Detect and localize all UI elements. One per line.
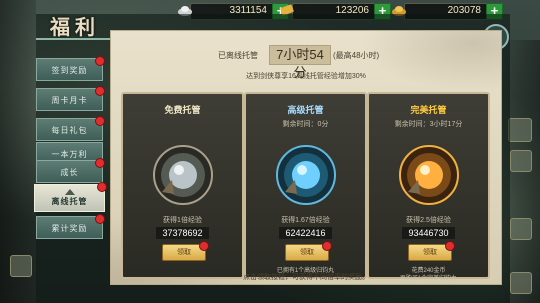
red-dot-badge xyxy=(199,241,209,251)
offline-hosting-content: 已离线托管 7小时54分 (最高48小时) 达到剑侠尊享16离线托管经验增加30… xyxy=(110,30,502,285)
hosting-orb-icon xyxy=(276,145,336,205)
tab-label: 周卡月卡 xyxy=(51,96,88,105)
exp-value: 37378692 xyxy=(123,227,242,239)
exp-multiplier: 获得2.5倍经验 xyxy=(406,217,451,224)
red-dot-badge xyxy=(97,182,107,192)
tab-week-month-card[interactable]: 周卡月卡 xyxy=(36,86,105,111)
hosting-orb-icon xyxy=(153,145,213,205)
tab-growth[interactable]: 成长 xyxy=(36,158,105,183)
welfare-tabs: 签到奖励 周卡月卡 每日礼包 一本万利 成长 离线托管 累计奖励 xyxy=(34,40,107,240)
red-dot-badge xyxy=(95,158,105,168)
red-dot-badge xyxy=(95,116,105,126)
tab-cumulative-reward[interactable]: 累计奖励 xyxy=(36,214,105,239)
side-mount-button[interactable] xyxy=(510,218,532,240)
exp-value-text: 37378692 xyxy=(156,227,209,239)
vip-bonus-note: 达到剑侠尊享16离线托管经验增加30% xyxy=(246,73,366,80)
panel-title: 福利 xyxy=(50,15,100,39)
side-skill-button[interactable] xyxy=(510,150,532,172)
menu-grid-button[interactable] xyxy=(508,118,532,142)
meditate-button[interactable] xyxy=(10,255,32,277)
card-title: 高级托管 xyxy=(287,105,324,115)
claim-button[interactable]: 领取 xyxy=(162,241,209,261)
free-hosting-card: 免费托管 获得1倍经验 37378692 领取 xyxy=(121,92,244,279)
tab-label: 每日礼包 xyxy=(51,126,88,135)
offline-time-value: 7小时54分 xyxy=(269,45,331,80)
exp-multiplier: 获得1.67倍经验 xyxy=(281,217,330,224)
claim-label: 领取 xyxy=(300,249,314,256)
claim-label: 领取 xyxy=(177,249,191,256)
claim-button[interactable]: 领取 xyxy=(285,241,332,261)
advanced-hosting-card: 高级托管 剩余时间：0分 获得1.67倍经验 62422416 领取 已拥有1个… xyxy=(244,92,367,279)
offline-label: 已离线托管 xyxy=(218,51,258,60)
tab-label: 成长 xyxy=(60,168,79,177)
remaining-time: 剩余时间：0分 xyxy=(282,121,329,128)
card-title: 免费托管 xyxy=(164,105,201,115)
exp-value-text: 93446730 xyxy=(402,227,455,239)
side-horse-button[interactable] xyxy=(510,272,532,294)
red-dot-badge xyxy=(95,214,105,224)
exp-value-text: 62422416 xyxy=(279,227,332,239)
tab-label: 累计奖励 xyxy=(51,224,88,233)
claim-label: 领取 xyxy=(423,249,437,256)
exp-value: 93446730 xyxy=(369,227,488,239)
exp-multiplier: 获得1倍经验 xyxy=(163,217,202,224)
red-dot-badge xyxy=(322,241,332,251)
tab-offline-hosting[interactable]: 离线托管 xyxy=(34,182,107,212)
exp-value: 62422416 xyxy=(246,227,365,239)
remaining-time: 剩余时间：3小时17分 xyxy=(394,121,463,128)
hosting-orb-icon xyxy=(399,145,459,205)
card-title: 完美托管 xyxy=(410,105,447,115)
tab-sign-in-reward[interactable]: 签到奖励 xyxy=(36,56,105,81)
tab-daily-gift[interactable]: 每日礼包 xyxy=(36,116,105,141)
red-dot-badge xyxy=(445,241,455,251)
tab-label: 签到奖励 xyxy=(51,66,88,75)
tab-label: 离线托管 xyxy=(51,197,88,206)
red-dot-badge xyxy=(95,86,105,96)
red-dot-badge xyxy=(95,56,105,66)
perfect-hosting-card: 完美托管 剩余时间：3小时17分 获得2.5倍经验 93446730 领取 花费… xyxy=(367,92,490,282)
claim-button[interactable]: 领取 xyxy=(408,241,455,261)
offline-max-hours: (最高48小时) xyxy=(333,51,380,60)
footer-hint: 点击领取按钮，可获得不同倍率的奖励。 xyxy=(243,274,369,281)
offline-time-header: 已离线托管 7小时54分 (最高48小时) xyxy=(111,45,501,80)
